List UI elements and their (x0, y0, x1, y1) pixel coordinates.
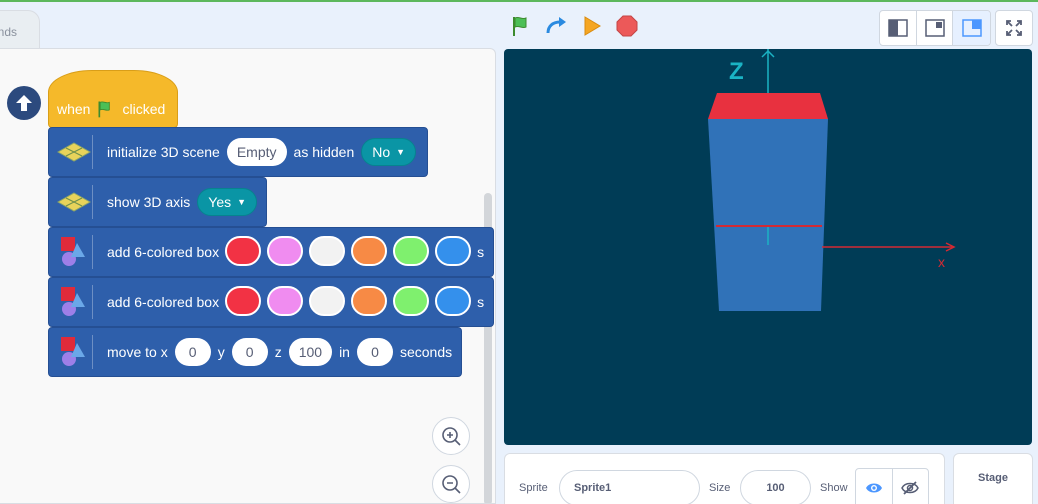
sprite-name-value: Sprite1 (574, 482, 612, 494)
axis-label: show 3D axis (107, 194, 191, 210)
color-swatch-2[interactable] (267, 285, 304, 316)
large-stage-icon (961, 19, 982, 37)
visibility-toggle (855, 468, 929, 504)
sprite-name-field[interactable]: Sprite1 (559, 470, 700, 504)
y-input[interactable]: 0 (231, 338, 268, 366)
fullscreen-icon (1006, 20, 1022, 36)
sprite-label: Sprite (519, 482, 548, 494)
3d-plane-icon (57, 135, 93, 169)
sprite-info-panel: Sprite Sprite1 Size 100 Show (504, 453, 945, 504)
z-input[interactable]: 100 (288, 338, 333, 366)
show-visible-button[interactable] (856, 469, 893, 504)
axis-dropdown[interactable]: Yes ▼ (197, 188, 258, 216)
3d-plane-icon (57, 185, 93, 219)
seconds-label: seconds (399, 344, 453, 360)
up-arrow-icon (16, 95, 32, 111)
color-swatch-3[interactable] (309, 285, 346, 316)
stage-selector[interactable]: Stage (953, 453, 1033, 504)
color-swatch-1[interactable] (225, 285, 262, 316)
seconds-input[interactable]: 0 (356, 338, 393, 366)
3d-shapes-icon (57, 285, 93, 319)
caret-down-icon: ▼ (396, 147, 406, 157)
3d-shapes-icon (57, 235, 93, 269)
small-stage-button[interactable] (880, 11, 917, 45)
stage-canvas[interactable]: Z x (504, 49, 1032, 445)
as-hidden-label: as hidden (293, 144, 355, 160)
size-field[interactable]: 100 (740, 470, 811, 504)
stage-layout-group (879, 10, 991, 46)
zoom-out-button[interactable] (432, 465, 470, 503)
zoom-in-button[interactable] (432, 417, 470, 455)
box-label: add 6-colored box (107, 244, 220, 260)
sounds-tab[interactable]: nds (0, 10, 40, 50)
eye-icon (865, 483, 882, 493)
add-colored-box-block[interactable]: add 6-colored box s (48, 227, 494, 277)
color-swatch-1[interactable] (225, 235, 262, 266)
zoom-out-icon (442, 475, 461, 494)
caret-down-icon: ▼ (237, 197, 247, 207)
run-button[interactable] (580, 14, 604, 38)
z-label: z (274, 344, 282, 360)
sounds-tab-label: nds (0, 25, 17, 39)
hidden-dropdown[interactable]: No ▼ (361, 138, 417, 166)
hat-prefix: when (57, 101, 91, 117)
box-top-face (708, 93, 828, 119)
color-swatch-2[interactable] (267, 235, 304, 266)
x-axis-label: x (938, 254, 945, 270)
stage-tab-label: Stage (978, 472, 1008, 484)
stop-sign-icon (616, 15, 638, 37)
top-bar: nds (0, 2, 1038, 50)
move-to-block[interactable]: move to x 0 y 0 z 100 in 0 seconds (48, 327, 462, 377)
color-swatch-row (219, 235, 477, 269)
show-label: Show (820, 482, 848, 494)
color-swatch-5[interactable] (393, 235, 430, 266)
stop-button[interactable] (615, 14, 639, 38)
axis-dropdown-value: Yes (208, 194, 232, 210)
size-label: Size (709, 482, 731, 494)
turbo-button[interactable] (545, 14, 569, 38)
x-input[interactable]: 0 (174, 338, 211, 366)
color-swatch-6[interactable] (435, 235, 472, 266)
when-flag-clicked-block[interactable]: when clicked (48, 70, 178, 128)
fullscreen-button[interactable] (995, 10, 1033, 46)
trailing-text: s (477, 294, 485, 310)
color-swatch-4[interactable] (351, 285, 388, 316)
run-triangle-icon (584, 16, 601, 36)
initialize-3d-scene-block[interactable]: initialize 3D scene Empty as hidden No ▼ (48, 127, 428, 177)
trailing-text: s (477, 244, 485, 260)
move-label: move to x (107, 344, 168, 360)
y-label: y (217, 344, 225, 360)
color-swatch-5[interactable] (393, 285, 430, 316)
hidden-dropdown-value: No (372, 144, 391, 160)
scene-name-input[interactable]: Empty (226, 138, 287, 166)
z-axis-label: Z (729, 58, 744, 85)
green-flag-icon (98, 101, 111, 118)
stage-3d-scene: Z x (708, 49, 956, 311)
green-flag-button[interactable] (510, 14, 534, 38)
hat-suffix: clicked (122, 101, 166, 117)
upload-arrow-button[interactable] (7, 86, 41, 120)
normal-stage-button[interactable] (917, 11, 954, 45)
small-stage-icon (888, 19, 908, 37)
3d-shapes-icon (57, 335, 93, 369)
init-label: initialize 3D scene (107, 144, 220, 160)
color-swatch-6[interactable] (435, 285, 472, 316)
zoom-in-icon (442, 427, 461, 446)
green-flag-icon (513, 16, 527, 36)
eye-slash-icon (901, 481, 920, 495)
show-hidden-button[interactable] (893, 469, 929, 504)
normal-stage-icon (924, 19, 945, 37)
turbo-arrow-icon (546, 17, 566, 34)
add-colored-box-block[interactable]: add 6-colored box s (48, 277, 494, 327)
color-swatch-4[interactable] (351, 235, 388, 266)
large-stage-button[interactable] (953, 11, 990, 45)
show-3d-axis-block[interactable]: show 3D axis Yes ▼ (48, 177, 267, 227)
in-label: in (339, 344, 350, 360)
box-label: add 6-colored box (107, 294, 220, 310)
color-swatch-3[interactable] (309, 235, 346, 266)
color-swatch-row (219, 285, 477, 319)
box-front-face (708, 119, 828, 311)
size-value: 100 (766, 482, 785, 494)
